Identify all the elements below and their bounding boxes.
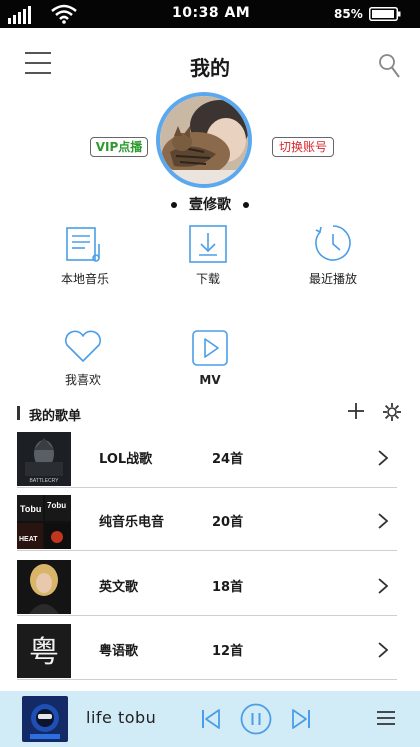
playlist-cover: 粤 xyxy=(17,624,71,678)
playlists-title: 我的歌单 xyxy=(29,409,82,424)
bullet-dot xyxy=(171,202,177,208)
cover-text: HEAT xyxy=(19,536,38,543)
username: 壹修歌 xyxy=(189,197,231,213)
mv-play-icon xyxy=(192,330,228,366)
playlist-count: 12首 xyxy=(212,644,244,659)
page-title: 我的 xyxy=(190,56,230,80)
cover-text: 粤 xyxy=(29,635,59,670)
playlist-count: 24首 xyxy=(212,452,244,467)
playlist-name: LOL战歌 xyxy=(99,452,153,467)
cover-text: 7obu xyxy=(47,501,66,510)
feature-label: 本地音乐 xyxy=(60,272,109,286)
feature-mv[interactable]: MV xyxy=(165,329,255,387)
chevron-right-icon xyxy=(378,513,389,529)
avatar[interactable] xyxy=(156,92,252,188)
section-bar xyxy=(17,406,20,420)
playlist-row[interactable]: Tobu 7obu HEAT 纯音乐电音 20首 xyxy=(17,493,397,551)
chevron-right-icon xyxy=(378,642,389,658)
next-icon[interactable] xyxy=(291,708,311,730)
username-row: 壹修歌 xyxy=(0,194,420,214)
cover-text: BATTLECRY xyxy=(30,478,60,484)
feature-recent-play[interactable]: 最近播放 xyxy=(288,222,378,287)
playlist-cover: Tobu 7obu HEAT xyxy=(17,495,71,549)
cover-text: Tobu xyxy=(20,504,41,514)
now-playing-cover xyxy=(22,696,68,742)
search-icon[interactable] xyxy=(377,52,401,80)
playlist-count: 20首 xyxy=(212,515,244,530)
profile-section: VIP点播 切换账号 壹修歌 xyxy=(0,92,420,217)
pause-icon[interactable] xyxy=(240,703,272,735)
previous-icon[interactable] xyxy=(201,708,221,730)
playlist-name: 纯音乐电音 xyxy=(99,515,165,530)
signal-icon xyxy=(8,6,31,24)
switch-account-button[interactable]: 切换账号 xyxy=(272,137,334,157)
playlist-count: 18首 xyxy=(212,580,244,595)
bullet-dot xyxy=(243,202,249,208)
feature-label: 最近播放 xyxy=(308,272,357,286)
playlist-cover xyxy=(17,560,71,614)
playlist-row[interactable]: BATTLECRY LOL战歌 24首 xyxy=(17,430,397,488)
feature-label: 下载 xyxy=(195,272,220,286)
status-time: 10:38 AM xyxy=(172,5,251,21)
feature-label: 我喜欢 xyxy=(64,373,101,387)
chevron-right-icon xyxy=(378,450,389,466)
wifi-icon xyxy=(51,4,77,24)
vip-button[interactable]: VIP点播 xyxy=(90,137,148,157)
battery-icon xyxy=(369,7,401,21)
recent-play-icon xyxy=(315,225,351,261)
playlist-name: 粤语歌 xyxy=(99,644,139,659)
playlist-row[interactable]: 英文歌 18首 xyxy=(17,558,397,616)
battery-percent: 85% xyxy=(334,7,363,21)
download-icon xyxy=(189,225,227,263)
feature-download[interactable]: 下载 xyxy=(163,224,253,287)
avatar-image xyxy=(160,96,248,184)
chevron-right-icon xyxy=(378,578,389,594)
status-bar: 10:38 AM 85% xyxy=(0,0,420,28)
playlist-queue-icon[interactable] xyxy=(377,710,395,726)
playlist-name: 英文歌 xyxy=(99,580,139,595)
feature-label: MV xyxy=(199,373,221,387)
feature-favorites[interactable]: 我喜欢 xyxy=(38,329,128,388)
now-playing-title: life tobu xyxy=(86,708,157,727)
local-music-icon xyxy=(66,227,100,262)
mini-player[interactable]: life tobu xyxy=(0,691,420,747)
feature-local-music[interactable]: 本地音乐 xyxy=(40,226,130,287)
heart-icon xyxy=(65,330,101,362)
playlists-header: 我的歌单 xyxy=(17,402,407,426)
playlist-row[interactable]: 粤 粤语歌 12首 xyxy=(17,622,397,680)
add-playlist-icon[interactable] xyxy=(347,402,365,420)
gear-icon[interactable] xyxy=(382,402,402,422)
playlist-cover: BATTLECRY xyxy=(17,432,71,486)
